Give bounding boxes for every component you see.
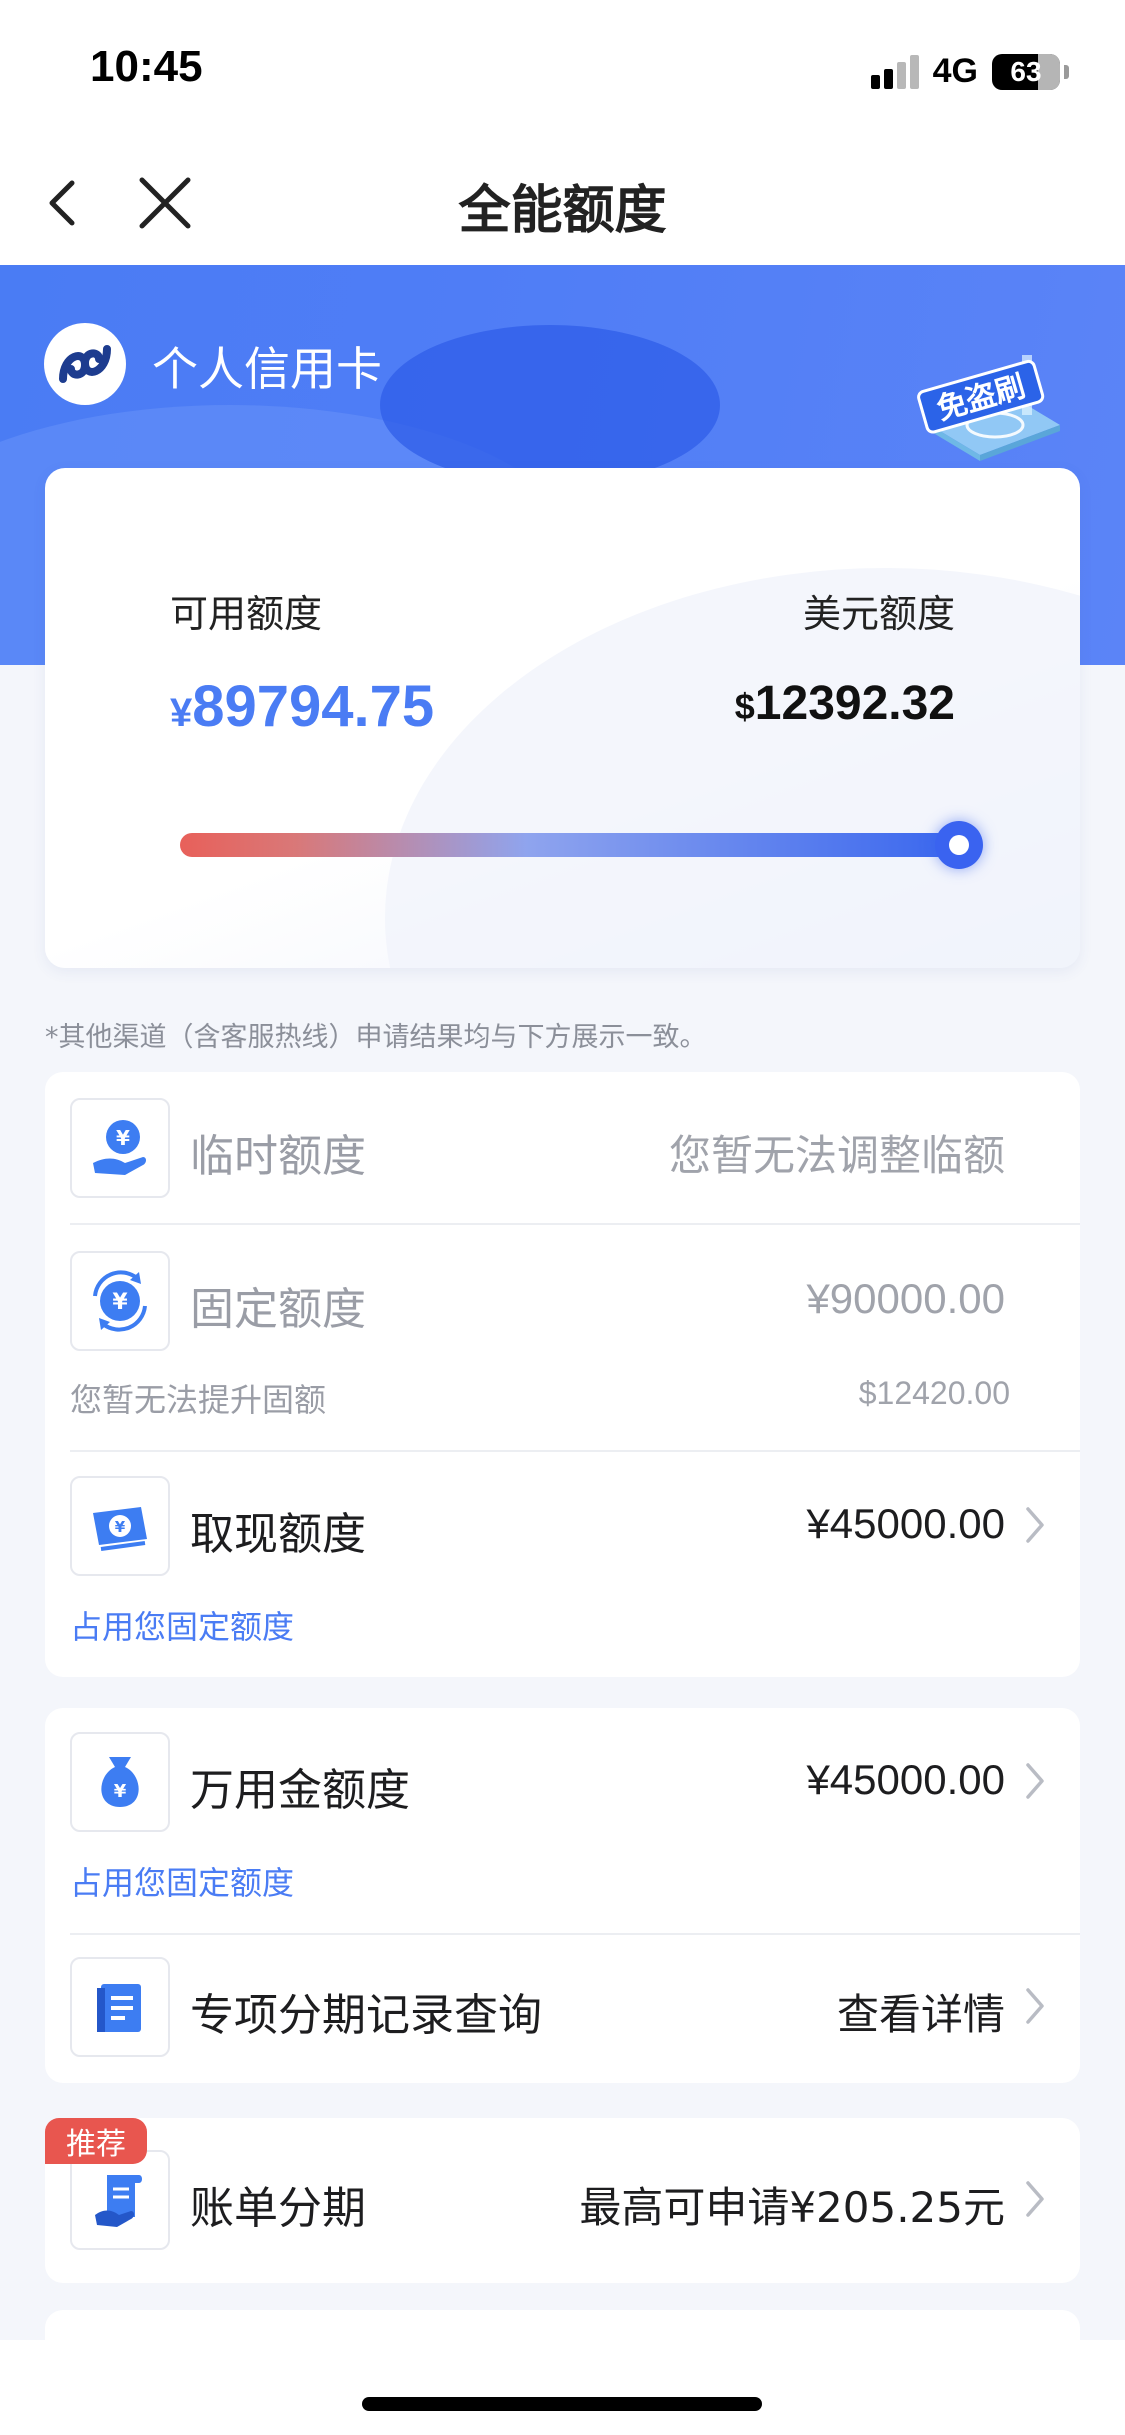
wanyongjin-title: 万用金额度	[190, 1765, 410, 1816]
battery-level: 63	[1010, 55, 1042, 87]
status-time: 10:45	[90, 42, 203, 91]
installment-records-title: 专项分期记录查询	[190, 1990, 542, 2041]
svg-text:¥: ¥	[112, 1290, 128, 1315]
available-limit-label: 可用额度	[170, 592, 323, 636]
bill-installment-row[interactable]: 账单分期 最高可申请¥205.25元	[45, 2118, 1080, 2283]
nav-bar: 全能额度	[0, 140, 1125, 265]
available-limit-value: ¥89794.75	[170, 673, 434, 740]
temporary-limit-title: 临时额度	[190, 1131, 366, 1182]
limits-section: ¥ 临时额度 您暂无法调整临额 ¥ 固定额度 ¥90000.00 您暂无法提升固…	[45, 1072, 1080, 1677]
card-type-label: 个人信用卡	[152, 342, 382, 396]
bill-installment-title: 账单分期	[190, 2183, 366, 2234]
temporary-limit-row: ¥ 临时额度 您暂无法调整临额	[45, 1072, 1080, 1224]
usd-limit-value: $12392.32	[735, 676, 955, 731]
cash-limit-note: 占用您固定额度	[70, 1608, 295, 1646]
fixed-limit-usd: $12420.00	[858, 1375, 1010, 1411]
fixed-limit-note: 您暂无法提升固额	[70, 1381, 327, 1419]
bill-installment-value: 最高可申请¥205.25元	[579, 2183, 1005, 2232]
usd-amount: 12392.32	[754, 677, 955, 730]
page-title: 全能额度	[458, 181, 667, 241]
bank-logo-icon	[59, 345, 111, 383]
banknote-icon: ¥	[93, 1507, 147, 1551]
cash-limit-value: ¥45000.00	[806, 1500, 1005, 1547]
hand-yuan-icon: ¥	[93, 1120, 146, 1175]
svg-text:¥: ¥	[116, 1126, 130, 1150]
hero-decoration	[380, 325, 720, 485]
fixed-limit-value: ¥90000.00	[806, 1275, 1005, 1322]
bank-logo	[44, 323, 126, 405]
usd-limit-label: 美元额度	[802, 592, 955, 636]
exchange-yuan-icon: ¥	[93, 1270, 147, 1332]
available-currency: ¥	[170, 691, 193, 735]
services-section: ¥ 万用金额度 ¥45000.00 占用您固定额度 专项分期记录查询 查看详情	[45, 1708, 1080, 2083]
fixed-limit-title: 固定额度	[190, 1284, 366, 1335]
network-type: 4G	[932, 52, 978, 90]
status-bar: 10:45 4G 63	[0, 0, 1125, 140]
svg-text:¥: ¥	[115, 1518, 126, 1536]
anti-fraud-badge-icon: 免盗刷	[917, 355, 1060, 461]
battery-nub	[1064, 64, 1069, 79]
fixed-limit-row: ¥ 固定额度 ¥90000.00 您暂无法提升固额 $12420.00	[45, 1225, 1080, 1450]
status-indicators: 4G 63	[870, 52, 1069, 91]
credit-limit-card: 可用额度 ¥89794.75 美元额度 $12392.32	[45, 468, 1080, 968]
chevron-right-icon	[1026, 2181, 1044, 2217]
cash-limit-title: 取现额度	[190, 1509, 366, 1560]
document-icon	[97, 1984, 141, 2032]
signal-icon	[870, 54, 919, 89]
battery-icon: 63	[992, 53, 1060, 90]
money-bag-icon: ¥	[101, 1757, 139, 1807]
wanyongjin-icon: ¥	[70, 1732, 170, 1832]
svg-text:¥: ¥	[114, 1781, 127, 1802]
temporary-limit-icon: ¥	[70, 1098, 170, 1198]
temporary-limit-value: 您暂无法调整临额	[668, 1131, 1005, 1180]
cash-limit-icon: ¥	[70, 1476, 170, 1576]
installment-records-link: 查看详情	[836, 1990, 1005, 2039]
anti-fraud-badge[interactable]: 免盗刷	[910, 355, 1070, 465]
bill-scroll-icon	[95, 2175, 142, 2227]
disclaimer-text: *其他渠道（含客服热线）申请结果均与下方展示一致。	[45, 1022, 707, 1053]
available-amount: 89794.75	[192, 674, 435, 739]
home-indicator[interactable]	[362, 2397, 762, 2411]
card-decoration	[385, 568, 1080, 968]
fixed-limit-icon: ¥	[70, 1251, 170, 1351]
limit-usage-bar	[180, 833, 950, 857]
chevron-right-icon	[1026, 1763, 1044, 1799]
cash-limit-row[interactable]: ¥ 取现额度 ¥45000.00 占用您固定额度	[45, 1452, 1080, 1677]
installment-records-row[interactable]: 专项分期记录查询 查看详情	[45, 1935, 1080, 2083]
wanyongjin-value: ¥45000.00	[806, 1756, 1005, 1803]
installment-records-icon	[70, 1957, 170, 2057]
chevron-right-icon	[1026, 1988, 1044, 2024]
limit-usage-knob	[935, 821, 983, 869]
usd-currency: $	[734, 686, 755, 727]
wanyongjin-note: 占用您固定额度	[70, 1864, 295, 1902]
bill-installment-section: 账单分期 最高可申请¥205.25元	[45, 2118, 1080, 2283]
wanyongjin-row[interactable]: ¥ 万用金额度 ¥45000.00 占用您固定额度	[45, 1708, 1080, 1933]
recommend-badge: 推荐	[45, 2118, 147, 2164]
bottom-safe-area	[0, 2340, 1125, 2435]
chevron-right-icon	[1026, 1507, 1044, 1543]
bill-installment-icon	[70, 2150, 170, 2250]
